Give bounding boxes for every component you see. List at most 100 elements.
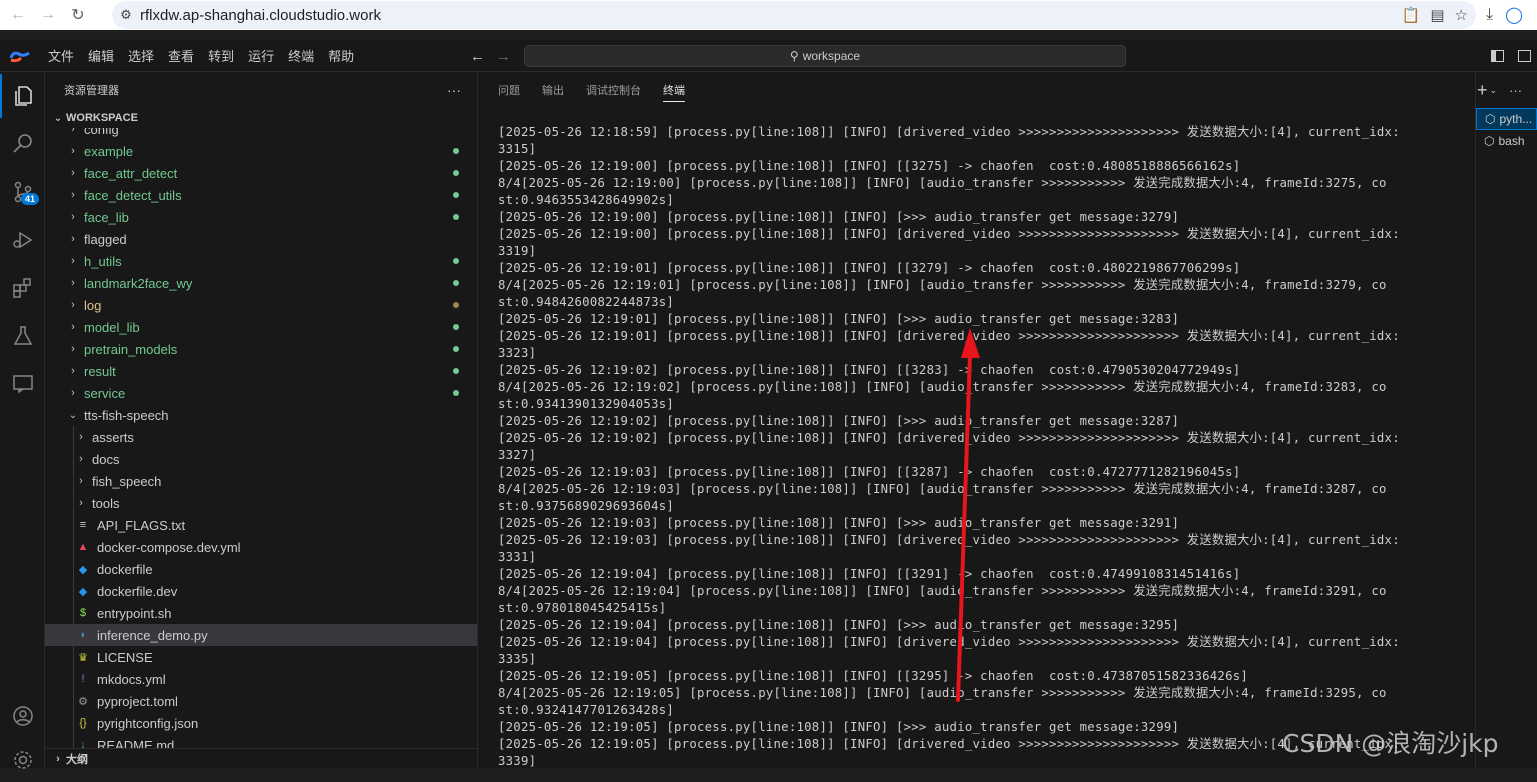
remote-explorer-icon[interactable] [0, 362, 45, 406]
chevron-down-icon: ⌄ [68, 409, 78, 421]
tree-folder-item[interactable]: › tools [45, 492, 477, 514]
chevron-down-icon[interactable]: ⌄ [1490, 85, 1498, 96]
toggle-panel-icon[interactable] [1518, 50, 1531, 62]
url-text[interactable]: rflxdw.ap-shanghai.cloudstudio.work [140, 7, 381, 24]
tree-folder-item[interactable]: ⌄ tts-fish-speech [45, 404, 477, 426]
chevron-right-icon: › [71, 321, 75, 333]
tree-folder-item[interactable]: › h_utils [45, 250, 477, 272]
menu-item[interactable]: 转到 [201, 46, 241, 65]
account-icon[interactable] [0, 694, 45, 738]
menu-item[interactable]: 终端 [281, 46, 321, 65]
forward-nav-icon[interactable]: → [496, 40, 511, 72]
command-center[interactable]: ⚲ workspace [524, 45, 1126, 67]
profile-icon[interactable]: ◯ [1505, 5, 1523, 25]
tree-folder-item[interactable]: › asserts [45, 426, 477, 448]
panel-tab[interactable]: 调试控制台 [586, 72, 641, 108]
explorer-icon[interactable] [0, 74, 45, 118]
chevron-right-icon: › [56, 752, 60, 765]
address-bar[interactable]: ⚙ rflxdw.ap-shanghai.cloudstudio.work 📋 … [112, 1, 1476, 29]
forward-arrow-icon[interactable]: → [33, 0, 63, 30]
chevron-right-icon: › [71, 233, 75, 245]
panel-tab[interactable]: 终端 [663, 72, 685, 108]
json-icon: {} [79, 717, 87, 729]
tree-folder-item[interactable]: › pretrain_models [45, 338, 477, 360]
source-control-icon[interactable]: 41 [0, 170, 45, 214]
tree-file-item[interactable]: ◗ inference_demo.py [45, 624, 477, 646]
menu-item[interactable]: 编辑 [81, 46, 121, 65]
git-status-dot [453, 148, 459, 154]
tree-folder-item[interactable]: › model_lib [45, 316, 477, 338]
workspace-section-header[interactable]: ⌄ WORKSPACE [45, 108, 477, 128]
tree-folder-item[interactable]: › config [45, 128, 477, 140]
terminal-line: st:0.978018045425415s] [498, 601, 667, 615]
tree-item-label: service [84, 385, 126, 401]
tree-file-item[interactable]: $ entrypoint.sh [45, 602, 477, 624]
terminal-line: [2025-05-26 12:19:01] [process.py[line:1… [498, 261, 1241, 275]
tree-folder-item[interactable]: › result [45, 360, 477, 382]
terminal-line: [2025-05-26 12:19:03] [process.py[line:1… [498, 533, 1400, 547]
menu-item[interactable]: 查看 [161, 46, 201, 65]
more-actions-icon[interactable]: ··· [447, 82, 461, 98]
tree-folder-item[interactable]: › face_attr_detect [45, 162, 477, 184]
terminal-instance[interactable]: ⬡ pyth... [1476, 108, 1537, 130]
install-app-icon[interactable]: ▤ [1430, 6, 1444, 24]
tree-file-item[interactable]: ⚙ pyproject.toml [45, 690, 477, 712]
download-icon[interactable]: ⤓ [1486, 6, 1493, 24]
tree-folder-item[interactable]: › face_lib [45, 206, 477, 228]
clipboard-icon[interactable]: 📋 [1402, 6, 1421, 24]
bookmark-star-icon[interactable]: ☆ [1455, 6, 1468, 24]
toggle-sidebar-icon[interactable] [1491, 50, 1504, 62]
workspace-label: WORKSPACE [66, 112, 138, 124]
tree-file-item[interactable]: ◆ dockerfile.dev [45, 580, 477, 602]
menu-item[interactable]: 运行 [241, 46, 281, 65]
tree-file-item[interactable]: ! mkdocs.yml [45, 668, 477, 690]
terminal-list: + ⌄ ··· ⬡ pyth... ⬡ bash [1475, 72, 1537, 768]
tree-folder-item[interactable]: › log [45, 294, 477, 316]
terminal-line: [2025-05-26 12:19:03] [process.py[line:1… [498, 465, 1241, 479]
yaml-icon: ! [81, 673, 85, 685]
terminal-cube-icon: ⬡ [1485, 112, 1496, 126]
search-icon[interactable] [0, 122, 45, 166]
menu-item[interactable]: 帮助 [321, 46, 361, 65]
markdown-icon: ↓ [80, 739, 86, 748]
terminal-line: st:0.9375689029693604s] [498, 499, 675, 513]
extensions-icon[interactable] [0, 266, 45, 310]
back-arrow-icon[interactable]: ← [3, 0, 33, 30]
tree-file-item[interactable]: ↓ README.md [45, 734, 477, 748]
tree-folder-item[interactable]: › fish_speech [45, 470, 477, 492]
tree-folder-item[interactable]: › service [45, 382, 477, 404]
tree-file-item[interactable]: ♛ LICENSE [45, 646, 477, 668]
new-terminal-plus-icon[interactable]: + [1477, 80, 1488, 101]
tree-folder-item[interactable]: › flagged [45, 228, 477, 250]
tree-item-label: tools [92, 495, 120, 511]
tree-item-label: API_FLAGS.txt [97, 517, 186, 533]
tree-folder-item[interactable]: › docs [45, 448, 477, 470]
settings-gear-icon[interactable] [0, 738, 45, 782]
tree-item-label: face_lib [84, 209, 129, 225]
more-actions-icon[interactable]: ··· [1509, 83, 1522, 98]
testing-flask-icon[interactable] [0, 314, 45, 358]
menu-item[interactable]: 选择 [121, 46, 161, 65]
tree-file-item[interactable]: ≡ API_FLAGS.txt [45, 514, 477, 536]
tree-item-label: example [84, 143, 134, 159]
reload-icon[interactable]: ↻ [63, 0, 93, 30]
tree-file-item[interactable]: {} pyrightconfig.json [45, 712, 477, 734]
tree-file-item[interactable]: ◆ dockerfile [45, 558, 477, 580]
tree-folder-item[interactable]: › face_detect_utils [45, 184, 477, 206]
back-nav-icon[interactable]: ← [470, 40, 485, 72]
terminal-output[interactable]: [2025-05-26 12:18:59] [process.py[line:1… [498, 124, 1463, 768]
run-debug-icon[interactable] [0, 218, 45, 262]
menu-item[interactable]: 文件 [41, 46, 81, 65]
tree-file-item[interactable]: ▲ docker-compose.dev.yml [45, 536, 477, 558]
tree-item-label: pyproject.toml [97, 693, 178, 709]
terminal-instance[interactable]: ⬡ bash [1476, 130, 1537, 152]
panel-tab[interactable]: 问题 [498, 72, 520, 108]
site-settings-icon[interactable]: ⚙ [112, 7, 140, 23]
tree-folder-item[interactable]: › example [45, 140, 477, 162]
scm-count-badge: 41 [21, 193, 40, 205]
tree-item-label: README.md [97, 737, 175, 749]
indent-guide [73, 558, 74, 580]
tree-folder-item[interactable]: › landmark2face_wy [45, 272, 477, 294]
panel-tab[interactable]: 输出 [542, 72, 564, 108]
outline-section-header[interactable]: › 大纲 [45, 748, 477, 768]
